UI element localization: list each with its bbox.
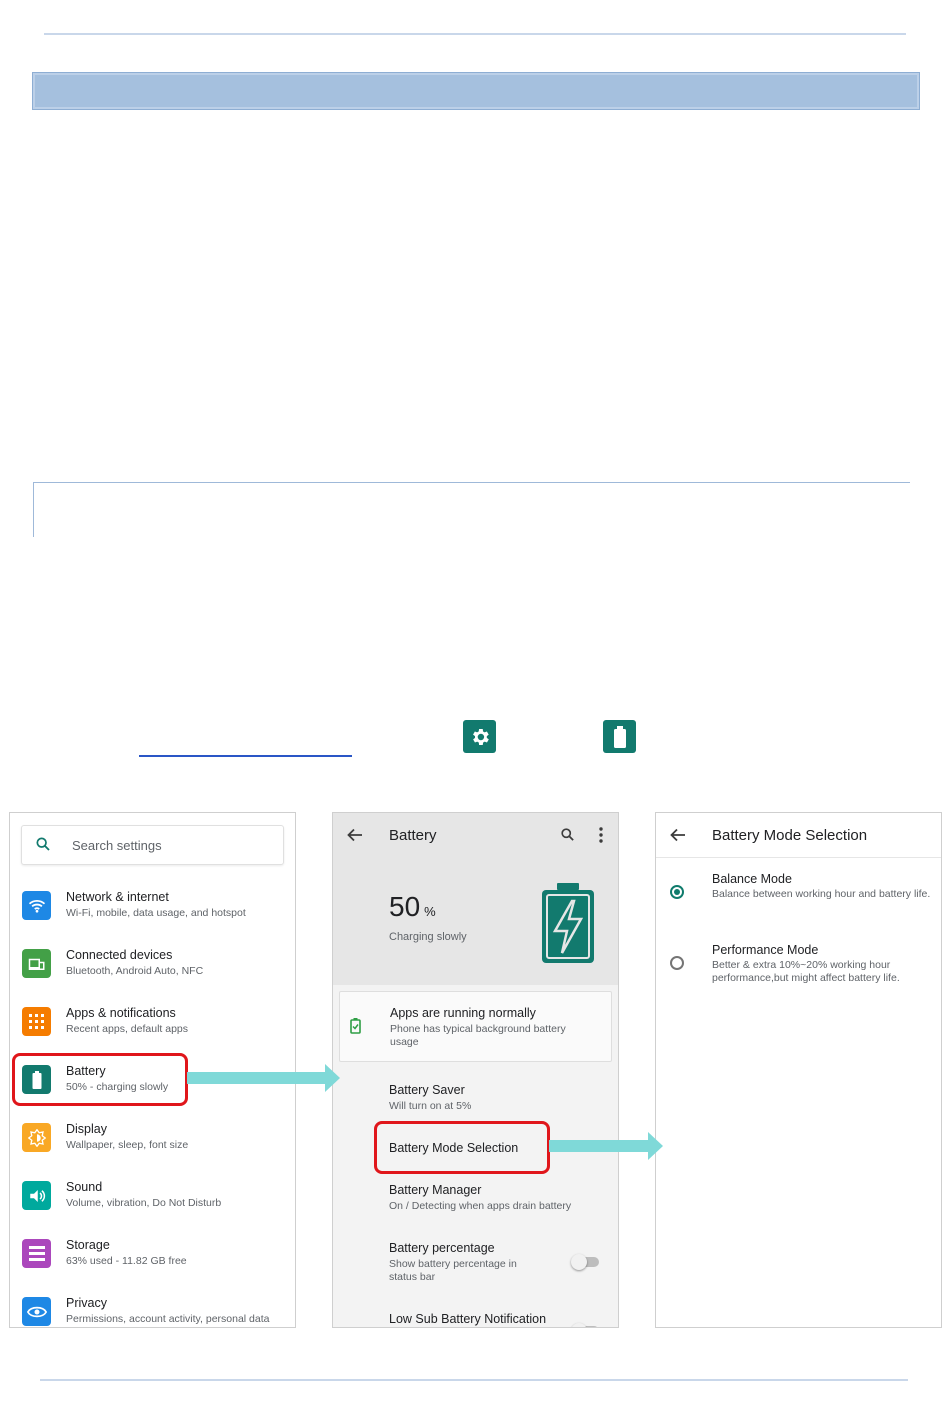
header-rule (44, 33, 906, 35)
search-icon[interactable] (560, 827, 575, 842)
battery-mode-screenshot: Battery Mode Selection Balance Mode Bala… (655, 812, 942, 1328)
settings-item-connected-devices[interactable]: Connected devices Bluetooth, Android Aut… (10, 945, 295, 997)
battery-item-highlight (12, 1053, 188, 1106)
hyperlink-underline[interactable] (139, 755, 352, 757)
battery-percentage-toggle[interactable] (571, 1254, 599, 1270)
apps-grid-icon (22, 1007, 51, 1036)
charging-battery-icon (542, 883, 594, 963)
flow-arrow-right-icon (549, 1132, 663, 1160)
battery-check-icon (350, 1018, 361, 1034)
performance-mode-radio[interactable] (670, 956, 684, 970)
settings-item-privacy[interactable]: Privacy Permissions, account activity, p… (10, 1293, 295, 1327)
settings-item-apps[interactable]: Apps & notifications Recent apps, defaul… (10, 1003, 295, 1055)
more-menu-icon[interactable] (598, 827, 604, 843)
note-box (33, 482, 910, 537)
battery-percent: 50% (389, 891, 436, 922)
performance-mode-option[interactable]: Performance Mode Better & extra 10%~20% … (712, 943, 932, 985)
mode-title: Battery Mode Selection (712, 827, 868, 844)
mode-header: Battery Mode Selection (656, 813, 941, 858)
settings-item-sound[interactable]: Sound Volume, vibration, Do Not Disturb (10, 1177, 295, 1229)
low-sub-battery-toggle[interactable] (571, 1323, 599, 1327)
settings-item-storage[interactable]: Storage 63% used - 11.82 GB free (10, 1235, 295, 1287)
settings-item-network[interactable]: Network & internet Wi-Fi, mobile, data u… (10, 887, 295, 939)
search-icon (36, 837, 50, 851)
mode-selection-highlight (374, 1121, 550, 1174)
footer-rule (40, 1379, 908, 1381)
battery-screenshot: Battery 50% Charging slowly Apps are run… (332, 812, 619, 1328)
storage-icon (22, 1239, 51, 1268)
wifi-icon (22, 891, 51, 920)
battery-title: Battery (389, 827, 437, 844)
back-arrow-icon[interactable] (347, 828, 363, 842)
flow-arrow-right-icon (187, 1064, 340, 1092)
battery-app-icon (603, 720, 636, 753)
devices-icon (22, 949, 51, 978)
settings-item-display[interactable]: Display Wallpaper, sleep, font size (10, 1119, 295, 1171)
section-title-band (32, 72, 920, 110)
balance-mode-radio[interactable] (670, 885, 684, 899)
settings-gear-icon (463, 720, 496, 753)
privacy-eye-icon (22, 1297, 51, 1326)
brightness-icon (22, 1123, 51, 1152)
volume-icon (22, 1181, 51, 1210)
search-input[interactable]: Search settings (21, 825, 284, 865)
apps-status-card[interactable]: Apps are running normally Phone has typi… (339, 991, 612, 1062)
charging-status: Charging slowly (389, 931, 467, 943)
balance-mode-option[interactable]: Balance Mode Balance between working hou… (712, 872, 932, 901)
back-arrow-icon[interactable] (670, 828, 686, 842)
battery-header: Battery 50% Charging slowly (333, 813, 618, 985)
